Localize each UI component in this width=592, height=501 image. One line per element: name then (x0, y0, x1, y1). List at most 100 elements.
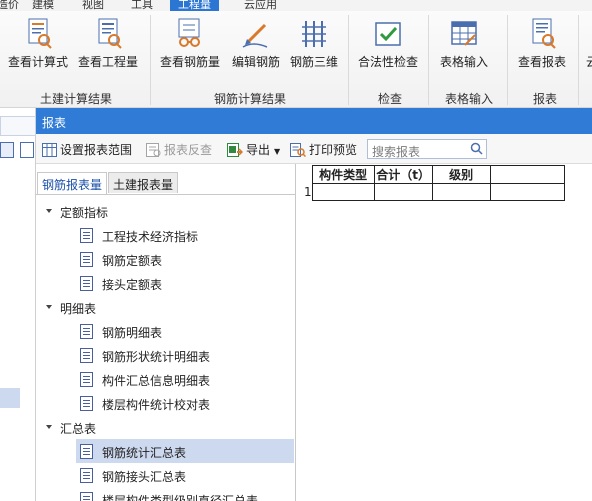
tree-item[interactable]: 钢筋形状统计明细表 (36, 343, 294, 367)
background-selected-row[interactable] (0, 388, 20, 408)
grid-cell[interactable] (431, 183, 491, 201)
grid-cell[interactable] (311, 183, 375, 201)
tree-category-label: 汇总表 (60, 422, 97, 436)
report-tree-panel: 钢筋报表量 土建报表量 定额指标 工程技术经济指标 钢筋定额表 接头定额表 明细… (36, 164, 296, 501)
grid-header-total[interactable]: 合计（t） (373, 165, 433, 184)
tree-item-selected[interactable]: 钢筋统计汇总表 (76, 439, 294, 463)
ribbon-separator (578, 15, 579, 105)
print-preview-label: 打印预览 (309, 143, 358, 157)
edit-rebar-button[interactable]: 编辑钢筋 (232, 17, 280, 70)
quantity-report-icon (91, 17, 125, 49)
grid-row-number: 1 (304, 185, 312, 199)
tree-item-label: 楼层构件类型级别直径汇总表 (102, 494, 259, 501)
report-grid: 构件类型 合计（t） 级别 1 (304, 165, 565, 201)
group-label-rebar-results: 钢筋计算结果 (213, 92, 287, 106)
grid-row: 1 (304, 183, 565, 201)
report-doc-icon (80, 252, 93, 267)
group-label-report: 报表 (532, 92, 558, 106)
check-mark-icon (371, 17, 405, 49)
view-rebar-quantity-label: 查看钢筋量 (160, 55, 221, 69)
group-label-table-input: 表格输入 (444, 92, 494, 106)
collapse-arrow-icon[interactable] (46, 305, 52, 309)
view-formula-button[interactable]: 查看计算式 (8, 17, 68, 70)
grid-header-component-type[interactable]: 构件类型 (311, 165, 375, 184)
ribbon-separator (150, 15, 151, 105)
dialog-toolbar: 设置报表范围 报表反查 导出 ▼ 打印预览 搜索报表 (36, 134, 592, 164)
view-rebar-quantity-button[interactable]: 查看钢筋量 (160, 17, 220, 70)
view-quantity-button[interactable]: 查看工程量 (78, 17, 138, 70)
collapse-arrow-icon[interactable] (46, 209, 52, 213)
grid-header-empty[interactable] (489, 165, 565, 184)
report-doc-icon (80, 492, 93, 501)
set-range-button[interactable]: 设置报表范围 (42, 141, 132, 160)
report-doc-icon (80, 468, 93, 483)
view-report-button[interactable]: 查看报表 (518, 17, 566, 70)
menu-item-tools[interactable]: 工具 (131, 0, 153, 11)
menu-item-quantity[interactable]: 工程量 (170, 0, 219, 11)
reverse-check-label: 报表反查 (164, 143, 213, 157)
export-button[interactable]: 导出 ▼ (227, 141, 280, 160)
menu-item-modeling[interactable]: 建模 (32, 0, 54, 11)
tree-category-label: 定额指标 (60, 206, 109, 220)
background-input-box[interactable] (0, 116, 36, 136)
report-doc-icon (80, 348, 93, 363)
tree-category-detail[interactable]: 明细表 (36, 295, 294, 319)
tree-item[interactable]: 工程技术经济指标 (36, 223, 294, 247)
ribbon-cut-button-label[interactable]: 云 (586, 53, 592, 70)
ribbon-separator (507, 15, 508, 105)
ribbon: 查看计算式 查看工程量 查看钢筋量 编辑钢筋 钢筋三维 合法性检查 表格输入 查… (0, 11, 592, 108)
dialog-title: 报表 (42, 116, 67, 130)
menu-item-cloud[interactable]: 云应用 (244, 0, 277, 11)
report-doc-icon (80, 396, 93, 411)
print-preview-icon (290, 143, 307, 160)
search-report-input[interactable]: 搜索报表 (367, 139, 487, 159)
tree-item-label: 工程技术经济指标 (102, 230, 199, 244)
tree-item[interactable]: 钢筋明细表 (36, 319, 294, 343)
edit-pencil-icon (239, 17, 273, 49)
tree-item[interactable]: 钢筋定额表 (36, 247, 294, 271)
view-quantity-label: 查看工程量 (78, 55, 139, 69)
group-label-check: 检查 (377, 92, 403, 106)
table-input-label: 表格输入 (440, 55, 489, 69)
table-input-button[interactable]: 表格输入 (440, 17, 488, 70)
formula-report-icon (21, 17, 55, 49)
grid-header-grade[interactable]: 级别 (431, 165, 491, 184)
tree-item-label: 钢筋定额表 (102, 254, 163, 268)
tree-category-quota[interactable]: 定额指标 (36, 199, 294, 223)
ribbon-separator (428, 15, 429, 105)
report-dialog: 报表 设置报表范围 报表反查 导出 ▼ 打印预览 搜索报表 钢筋报表量 土建报表… (36, 108, 592, 501)
legality-check-button[interactable]: 合法性检查 (358, 17, 418, 70)
menu-item-view[interactable]: 视图 (82, 0, 104, 11)
menu-item-cost[interactable]: 造价 (0, 0, 19, 11)
rebar-3d-button[interactable]: 钢筋三维 (290, 17, 338, 70)
view-report-label: 查看报表 (518, 55, 567, 69)
tree-category-summary[interactable]: 汇总表 (36, 415, 294, 439)
export-excel-icon (227, 143, 244, 160)
search-icon[interactable] (470, 142, 483, 159)
tree-item[interactable]: 楼层构件统计校对表 (36, 391, 294, 415)
print-preview-button[interactable]: 打印预览 (290, 141, 357, 160)
report-search-icon (525, 17, 559, 49)
tree-item[interactable]: 接头定额表 (36, 271, 294, 295)
dialog-title-bar[interactable]: 报表 (36, 108, 592, 134)
tree-item[interactable]: 楼层构件类型级别直径汇总表 (36, 487, 294, 501)
menu-bar: 造价 建模 视图 工具 工程量 云应用 (0, 0, 592, 11)
grid-cell[interactable] (489, 183, 565, 201)
reverse-check-button[interactable]: 报表反查 (146, 141, 212, 160)
legality-check-label: 合法性检查 (358, 55, 419, 69)
tree-item[interactable]: 钢筋接头汇总表 (36, 463, 294, 487)
group-label-civil-results: 土建计算结果 (39, 92, 113, 106)
rebar-3d-icon (297, 17, 331, 49)
tree-item[interactable]: 构件汇总信息明细表 (36, 367, 294, 391)
tab-rebar-report[interactable]: 钢筋报表量 (37, 172, 108, 194)
grid-cell[interactable] (373, 183, 433, 201)
edit-rebar-label: 编辑钢筋 (232, 55, 281, 69)
report-doc-icon (80, 444, 93, 459)
rebar-3d-label: 钢筋三维 (290, 55, 339, 69)
report-doc-icon (80, 228, 93, 243)
tree-item-label: 楼层构件统计校对表 (102, 398, 211, 412)
tab-civil-report[interactable]: 土建报表量 (108, 172, 179, 193)
list-view-icon[interactable] (0, 142, 14, 158)
collapse-arrow-icon[interactable] (46, 425, 52, 429)
grid-view-icon[interactable] (20, 142, 34, 158)
